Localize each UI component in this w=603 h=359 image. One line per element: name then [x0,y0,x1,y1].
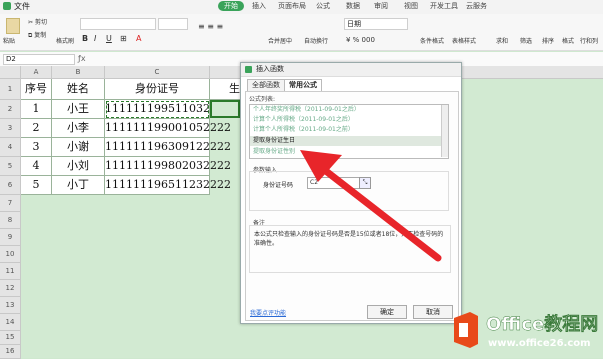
brand-text: Office教程网 [486,314,599,335]
office26-logo: Office教程网 www.office26.com [450,308,600,356]
brand-url: www.office26.com [488,338,591,349]
office-logo-icon [454,312,478,348]
red-arrow-icon [300,150,442,262]
